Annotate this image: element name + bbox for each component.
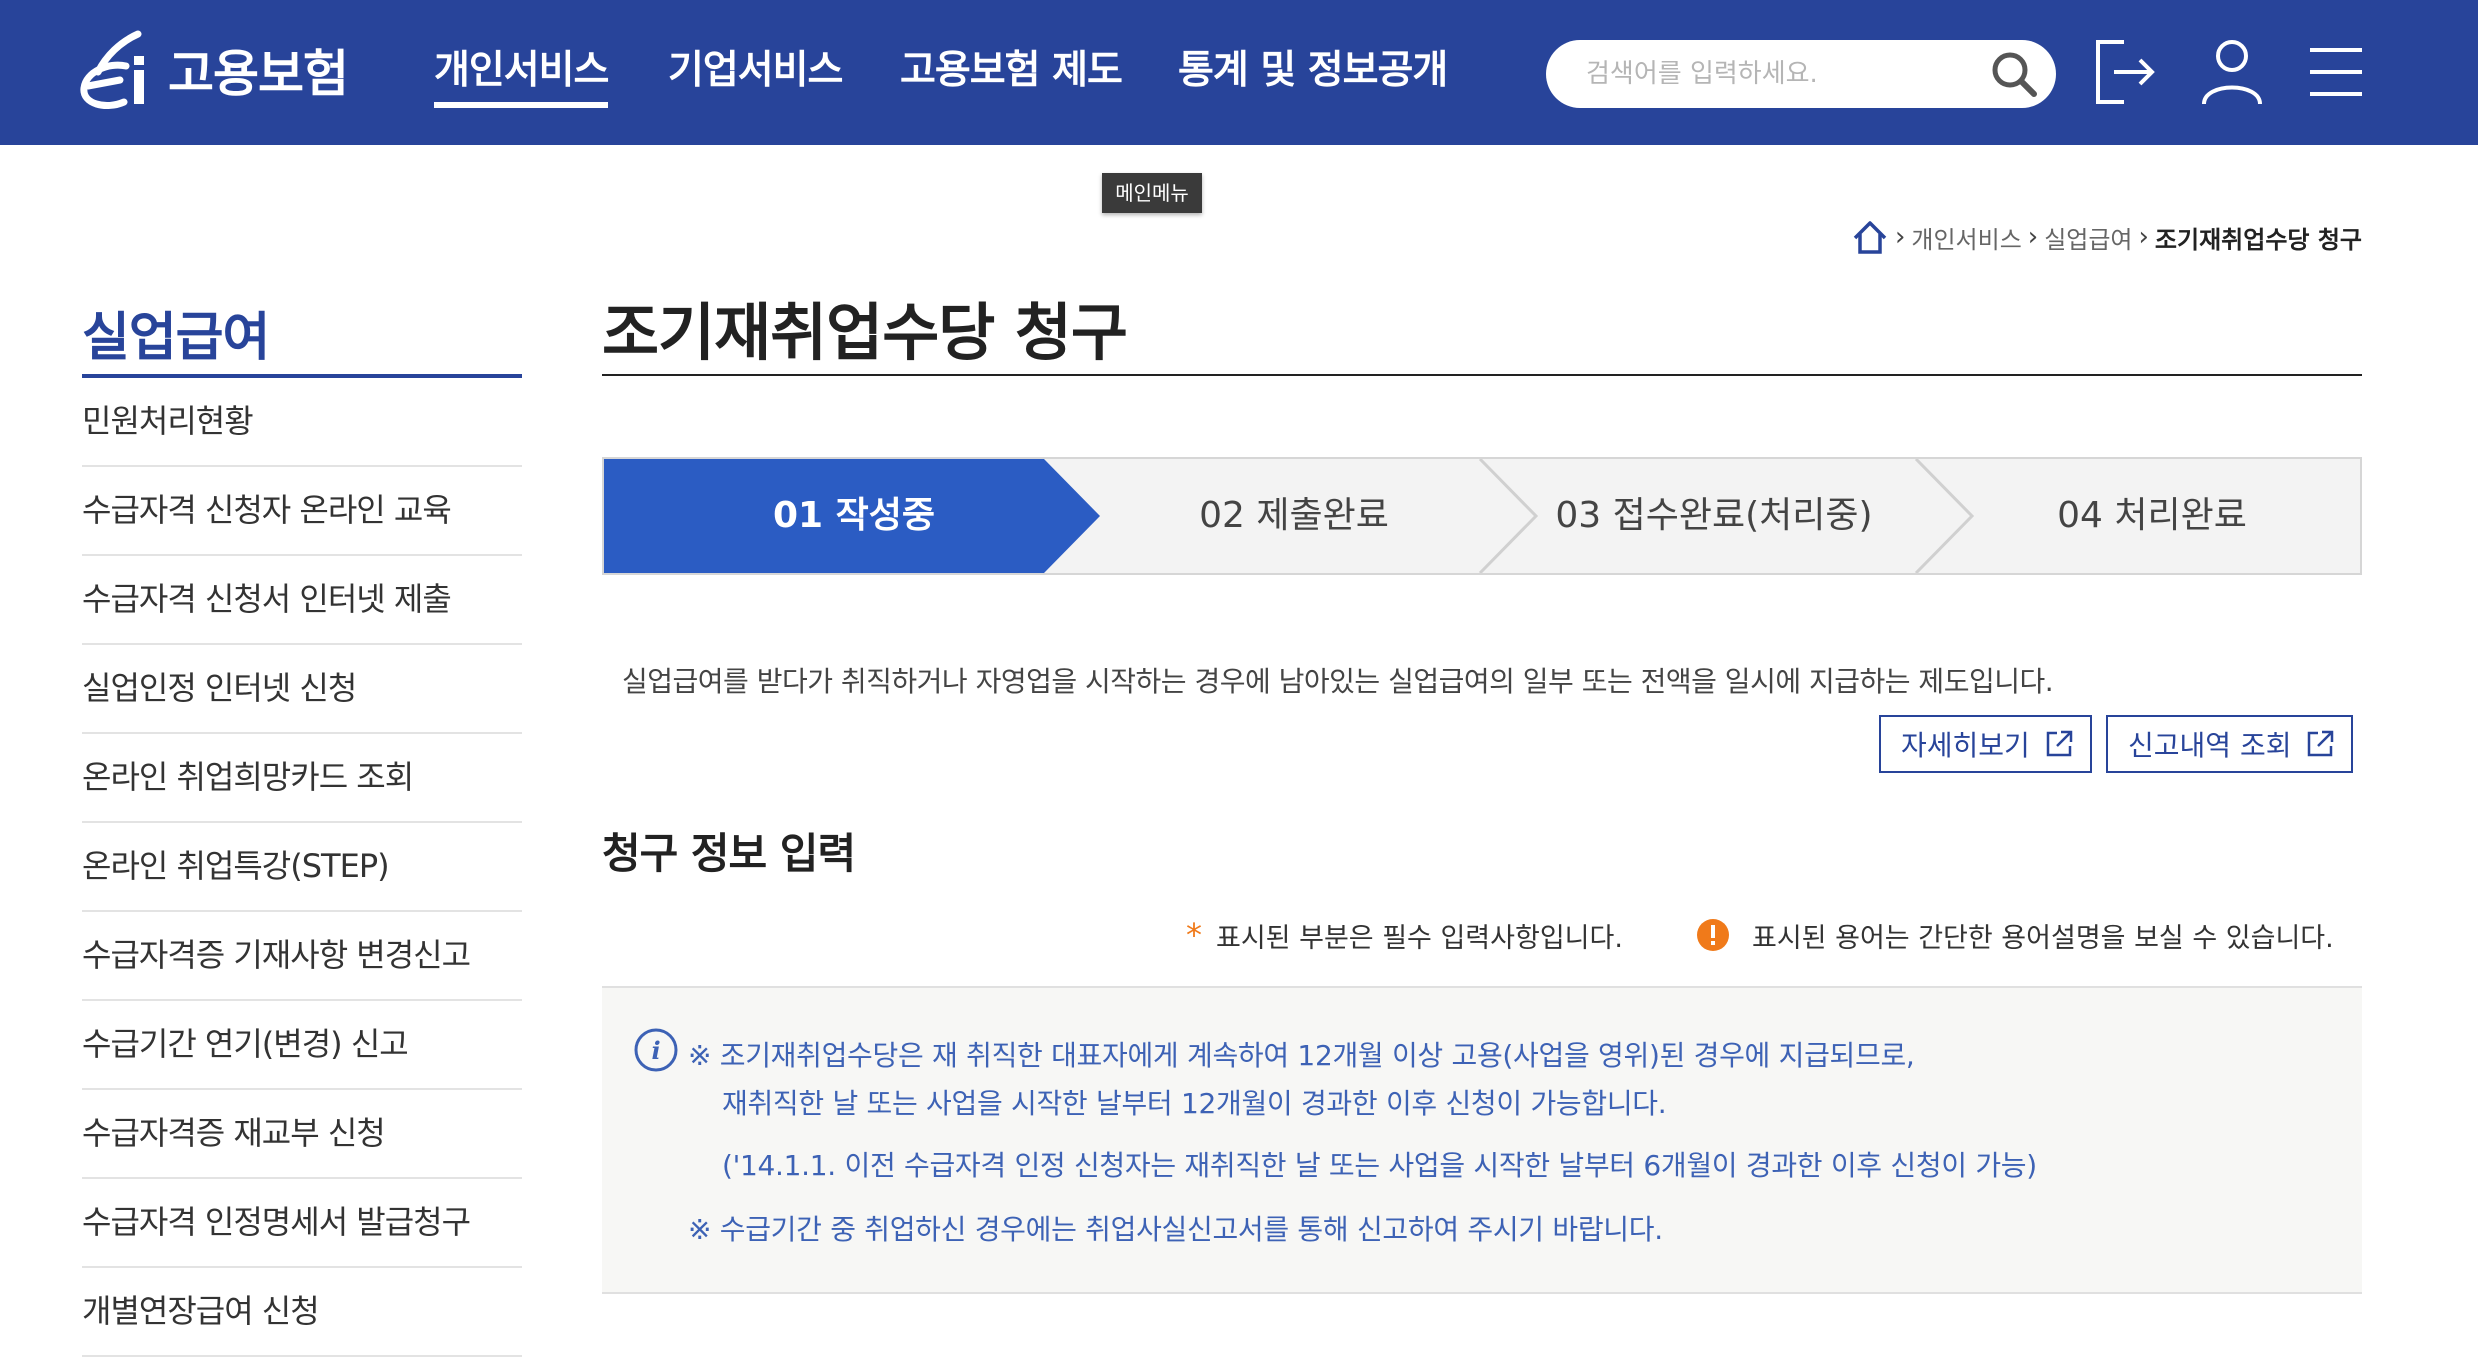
required-note-text: 표시된 부분은 필수 입력사항입니다.: [1216, 922, 1623, 954]
logo-icon: [80, 30, 144, 109]
info-box: i ※ 조기재취업수당은 재 취직한 대표자에게 계속하여 12개월 이상 고용…: [602, 986, 2362, 1294]
sidebar-item[interactable]: 민원처리현황: [82, 378, 522, 467]
breadcrumb-personal[interactable]: 개인서비스: [1911, 220, 2021, 255]
nav-statistics[interactable]: 통계 및 정보공개: [1178, 40, 1448, 102]
home-icon[interactable]: [1851, 218, 1889, 256]
step-received: 03 접수완료(처리중): [1555, 495, 1873, 536]
title-divider: [602, 374, 2362, 376]
breadcrumb-unemployment[interactable]: 실업급여: [2044, 220, 2132, 255]
main-menu-tooltip: 메인메뉴: [1102, 173, 1202, 213]
info-line: 재취직한 날 또는 사업을 시작한 날부터 12개월이 경과한 이후 신청이 가…: [722, 1087, 1667, 1120]
chevron-right-icon: ›: [1894, 222, 1906, 252]
user-icon[interactable]: [2196, 34, 2268, 110]
sidebar-item[interactable]: 수급자격 신청서 인터넷 제출: [82, 556, 522, 645]
menu-icon[interactable]: [2300, 34, 2372, 110]
sidebar-menu: 민원처리현황 수급자격 신청자 온라인 교육 수급자격 신청서 인터넷 제출 실…: [82, 378, 522, 1357]
sidebar-item[interactable]: 수급자격 인정명세서 발급청구: [82, 1179, 522, 1268]
chevron-right-icon: ›: [2138, 222, 2149, 252]
sidebar-item[interactable]: 수급자격증 재교부 신청: [82, 1090, 522, 1179]
sidebar-item[interactable]: 수급자격 신청자 온라인 교육: [82, 467, 522, 556]
step-writing: 01 작성중: [773, 495, 935, 536]
history-button-label: 신고내역 조회: [2128, 729, 2292, 762]
sidebar-item[interactable]: 수급자격증 기재사항 변경신고: [82, 912, 522, 1001]
search-icon[interactable]: [1986, 46, 2042, 102]
external-link-icon: [2308, 730, 2334, 757]
history-button[interactable]: 신고내역 조회: [2106, 715, 2354, 773]
nav-personal-services[interactable]: 개인서비스: [434, 40, 609, 108]
search-box: [1546, 40, 2056, 108]
chevron-right-icon: ›: [2027, 222, 2039, 252]
progress-steps: 01 작성중 02 제출완료 03 접수완료(처리중) 04 처리완료: [602, 457, 2362, 575]
detail-button[interactable]: 자세히보기: [1879, 715, 2092, 773]
sidebar-item[interactable]: 온라인 취업특강(STEP): [82, 823, 522, 912]
step-submitted: 02 제출완료: [1199, 495, 1389, 536]
info-line: ※ 조기재취업수당은 재 취직한 대표자에게 계속하여 12개월 이상 고용(사…: [688, 1039, 1915, 1072]
detail-button-label: 자세히보기: [1901, 729, 2030, 762]
breadcrumb-current: 조기재취업수당 청구: [2154, 225, 2362, 254]
term-note-text: 표시된 용어는 간단한 용어설명을 보실 수 있습니다.: [1752, 922, 2334, 954]
logout-icon[interactable]: [2090, 34, 2162, 110]
required-star-icon: *: [1186, 916, 1202, 954]
sidebar-item[interactable]: 수급기간 연기(변경) 신고: [82, 1001, 522, 1090]
sidebar-item[interactable]: 개별연장급여 신청: [82, 1268, 522, 1357]
nav-business-services[interactable]: 기업서비스: [668, 40, 843, 102]
step-completed: 04 처리완료: [2057, 495, 2247, 536]
sidebar-item[interactable]: 온라인 취업희망카드 조회: [82, 734, 522, 823]
svg-text:i: i: [651, 1036, 660, 1065]
external-link-icon: [2046, 730, 2073, 757]
nav-insurance-system[interactable]: 고용보험 제도: [900, 40, 1123, 102]
breadcrumb: › 개인서비스 › 실업급여 › 조기재취업수당 청구: [1851, 215, 2362, 259]
term-note: 표시된 용어는 간단한 용어설명을 보실 수 있습니다.: [1696, 910, 2334, 960]
section-title: 청구 정보 입력: [602, 829, 856, 878]
warning-icon: [1697, 919, 1729, 951]
page-title: 조기재취업수당 청구: [602, 296, 1128, 369]
required-note: * 표시된 부분은 필수 입력사항입니다.: [1186, 910, 1623, 960]
intro-text: 실업급여를 받다가 취직하거나 자영업을 시작하는 경우에 남아있는 실업급여의…: [622, 665, 2054, 698]
sidebar-item[interactable]: 실업인정 인터넷 신청: [82, 645, 522, 734]
logo-text: 고용보험: [168, 45, 349, 103]
info-line: ('14.1.1. 이전 수급자격 인정 신청자는 재취직한 날 또는 사업을 …: [722, 1149, 2037, 1182]
info-icon: i: [634, 1028, 678, 1072]
header: 고용보험 개인서비스 기업서비스 고용보험 제도 통계 및 정보공개: [0, 0, 2478, 145]
logo[interactable]: 고용보험: [80, 25, 349, 115]
search-input[interactable]: [1586, 48, 1966, 100]
sidebar-title: 실업급여: [82, 308, 270, 368]
info-line: ※ 수급기간 중 취업하신 경우에는 취업사실신고서를 통해 신고하여 주시기 …: [688, 1213, 1663, 1246]
